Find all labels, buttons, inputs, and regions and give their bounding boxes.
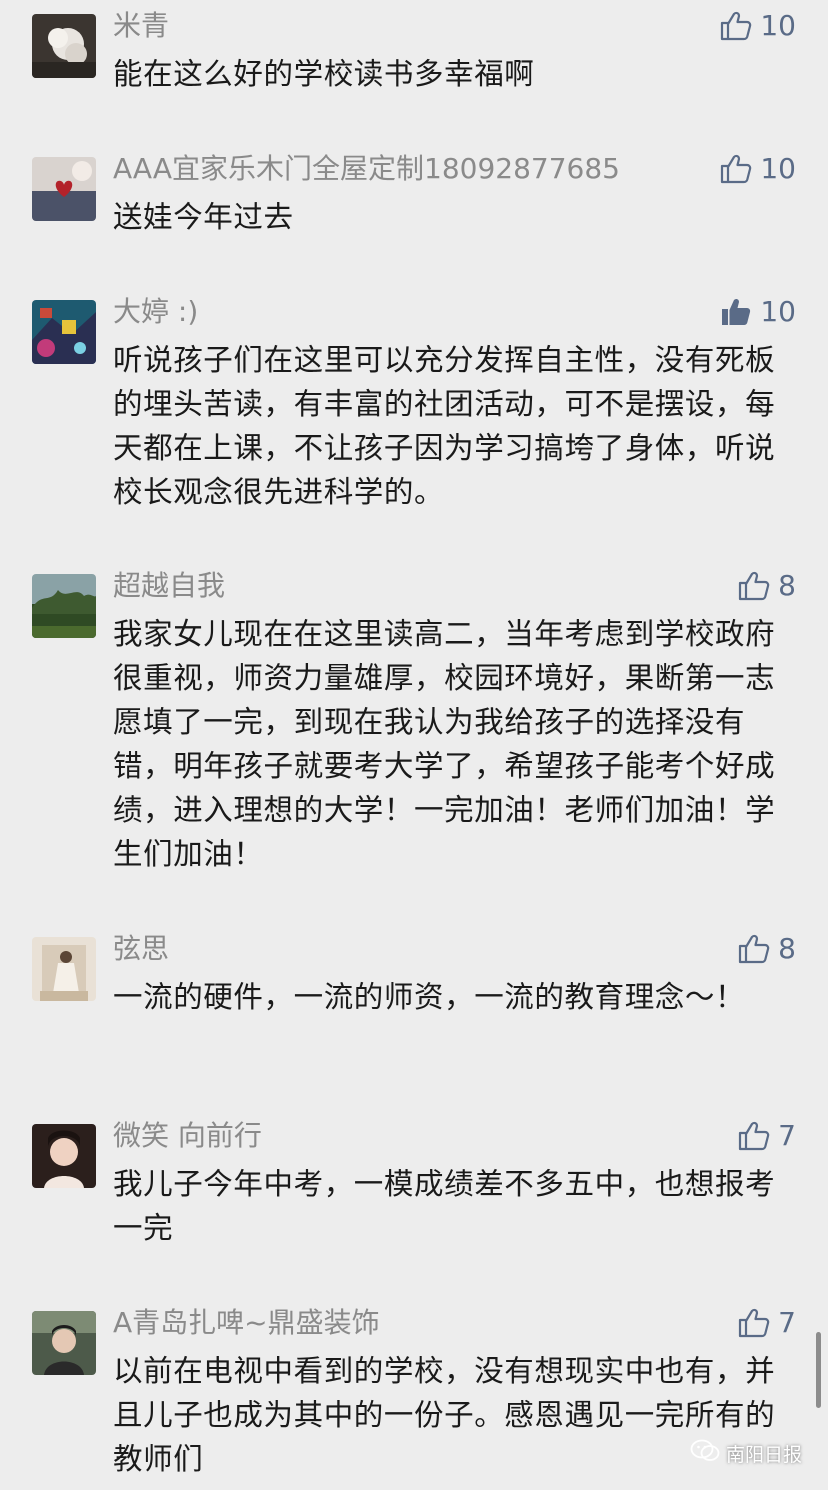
commenter-name[interactable]: 米青 xyxy=(113,6,169,46)
avatar[interactable] xyxy=(32,937,96,1001)
commenter-name[interactable]: 大婷 :) xyxy=(113,292,198,332)
commenter-name[interactable]: 超越自我 xyxy=(113,566,225,606)
thumbs-up-icon xyxy=(738,1308,770,1338)
comment-text: 我家女儿现在在这里读高二，当年考虑到学校政府很重视，师资力量雄厚，校园环境好，果… xyxy=(113,617,776,871)
like-count: 7 xyxy=(778,1119,796,1152)
thumbs-up-filled-icon xyxy=(720,297,752,327)
comment-text: 一流的硬件，一流的师资，一流的教育理念～！ xyxy=(113,980,746,1014)
avatar[interactable] xyxy=(32,14,96,78)
like-count: 8 xyxy=(778,569,796,602)
commenter-name[interactable]: AAA宜家乐木门全屋定制18092877685 xyxy=(113,149,620,189)
comment-text: 听说孩子们在这里可以充分发挥自主性，没有死板的埋头苦读，有丰富的社团活动，可不是… xyxy=(113,343,776,509)
commenter-name[interactable]: A青岛扎啤~鼎盛装饰 xyxy=(113,1303,380,1343)
thumbs-up-icon xyxy=(738,934,770,964)
like-count: 7 xyxy=(778,1306,796,1339)
comment-text: 送娃今年过去 xyxy=(113,200,294,234)
avatar[interactable] xyxy=(32,574,96,638)
thumbs-up-icon xyxy=(720,154,752,184)
like-count: 8 xyxy=(778,932,796,965)
commenter-name[interactable]: 弦思 xyxy=(113,929,169,969)
like-button[interactable]: 7 xyxy=(738,1303,796,1343)
like-count: 10 xyxy=(760,9,796,42)
comment-text: 能在这么好的学校读书多幸福啊 xyxy=(113,57,535,91)
thumbs-up-icon xyxy=(720,11,752,41)
like-button[interactable]: 10 xyxy=(720,292,796,332)
like-button[interactable]: 7 xyxy=(738,1116,796,1156)
thumbs-up-icon xyxy=(738,1121,770,1151)
scrollbar[interactable] xyxy=(816,1332,821,1408)
watermark-label: 南阳日报 xyxy=(725,1444,802,1466)
like-button[interactable]: 8 xyxy=(738,566,796,606)
like-button[interactable]: 10 xyxy=(720,6,796,46)
watermark: 南阳日报 xyxy=(690,1438,802,1469)
wechat-logo-icon xyxy=(690,1438,720,1469)
like-count: 10 xyxy=(760,295,796,328)
like-button[interactable]: 8 xyxy=(738,929,796,969)
commenter-name[interactable]: 微笑 向前行 xyxy=(113,1116,262,1156)
avatar[interactable] xyxy=(32,1311,96,1375)
avatar[interactable] xyxy=(32,1124,96,1188)
comment-text: 我儿子今年中考，一模成绩差不多五中，也想报考一完 xyxy=(113,1167,776,1245)
like-button[interactable]: 10 xyxy=(720,149,796,189)
comment-feed: 米青 10 能在这么好的学校读书多幸福啊 AAA宜家乐木门全屋定制1809287… xyxy=(0,0,828,1490)
like-count: 10 xyxy=(760,152,796,185)
avatar[interactable] xyxy=(32,157,96,221)
avatar[interactable] xyxy=(32,300,96,364)
thumbs-up-icon xyxy=(738,571,770,601)
